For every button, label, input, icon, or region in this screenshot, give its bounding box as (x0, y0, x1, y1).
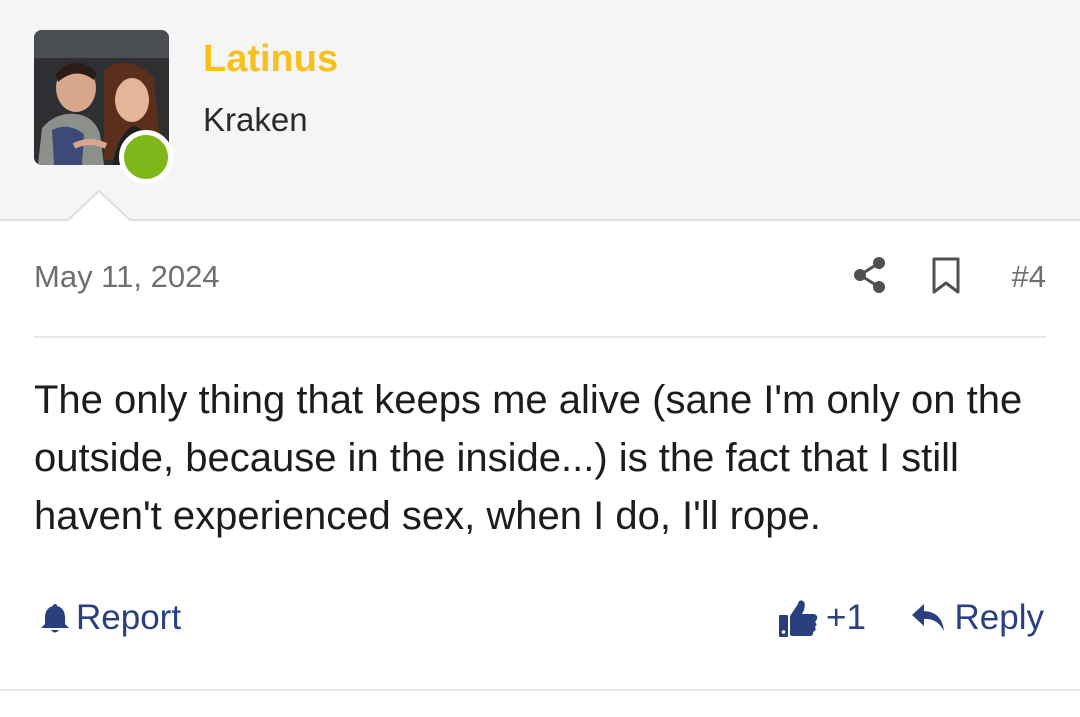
online-status-indicator (119, 130, 173, 184)
header-pointer-arrow (68, 190, 130, 221)
bell-icon (41, 604, 69, 633)
reply-button[interactable]: Reply (911, 594, 1044, 642)
forum-post: Latinus Kraken May 11, 2024 #4 The only … (0, 0, 1080, 717)
reply-label: Reply (954, 598, 1044, 637)
report-label: Report (76, 598, 182, 637)
post-actions: Report +1 Reply (34, 594, 1046, 644)
post-date[interactable]: May 11, 2024 (34, 257, 220, 297)
like-button[interactable]: +1 (778, 594, 866, 642)
report-button[interactable]: Report (40, 594, 181, 642)
share-icon[interactable] (852, 256, 888, 294)
bookmark-icon[interactable] (931, 257, 961, 295)
post-meta: May 11, 2024 #4 (34, 250, 1046, 306)
meta-divider (34, 336, 1046, 338)
username-link[interactable]: Latinus (203, 36, 338, 82)
post-number-link[interactable]: #4 (1012, 257, 1046, 297)
post-message: The only thing that keeps me alive (sane… (34, 378, 1023, 538)
thumbs-up-icon (779, 600, 818, 637)
user-header: Latinus Kraken (0, 0, 1080, 221)
post-bottom-divider (0, 689, 1080, 691)
like-count: +1 (826, 598, 866, 637)
reply-arrow-icon (911, 604, 944, 631)
user-title: Kraken (203, 101, 308, 138)
